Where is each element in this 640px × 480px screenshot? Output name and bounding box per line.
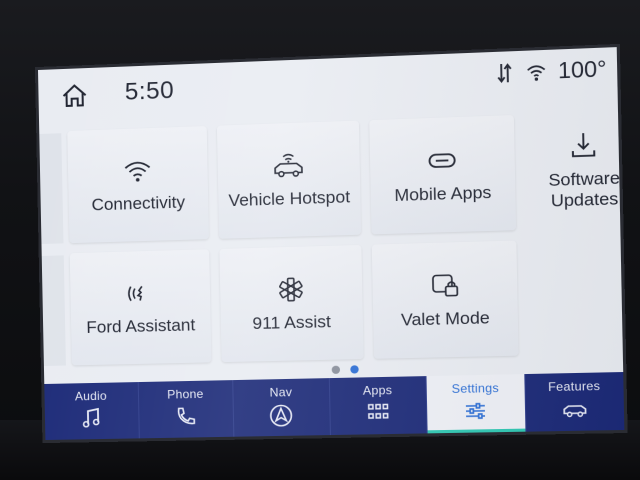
nav-settings[interactable]: Settings <box>426 374 526 434</box>
star-of-life-icon <box>273 274 309 305</box>
nav-apps[interactable]: Apps <box>329 376 428 436</box>
home-icon <box>62 84 87 107</box>
status-indicators: 100° <box>494 55 607 87</box>
vehicle-icon <box>562 398 588 421</box>
tile-label: Software Updates <box>548 167 621 211</box>
music-note-icon <box>79 407 104 430</box>
previous-page-edge <box>39 133 64 244</box>
download-icon <box>565 129 602 161</box>
car-wifi-icon <box>271 150 307 182</box>
tile-valet-mode[interactable]: Valet Mode <box>371 240 519 359</box>
page-indicator <box>331 365 359 374</box>
tile-911-assist[interactable]: 911 Assist <box>219 244 364 363</box>
nav-phone[interactable]: Phone <box>138 380 235 439</box>
nav-features[interactable]: Features <box>525 372 625 432</box>
previous-page-edge <box>41 255 66 366</box>
wifi-icon <box>120 155 155 182</box>
voice-assistant-icon <box>123 278 158 309</box>
tile-mobile-apps[interactable]: Mobile Apps <box>369 114 517 235</box>
nav-label: Nav <box>269 384 293 400</box>
navigation-arrow-icon <box>269 403 294 428</box>
outside-temperature: 100° <box>557 55 607 84</box>
infotainment-screen: 5:50 100° Connectivity Vehicle Hotspot M… <box>38 47 625 441</box>
tile-software-updates[interactable]: Software Updates <box>524 110 624 229</box>
apps-grid-icon <box>365 401 390 424</box>
tile-label: Mobile Apps <box>394 182 492 205</box>
tile-vehicle-hotspot[interactable]: Vehicle Hotspot <box>216 120 362 239</box>
wifi-status-icon <box>526 60 548 81</box>
home-button[interactable] <box>60 82 89 109</box>
data-transfer-icon <box>494 61 516 84</box>
page-dot-active[interactable] <box>350 365 359 374</box>
valet-lock-icon <box>426 270 462 302</box>
bottom-nav: Audio Phone Nav Apps Settings Features <box>44 372 625 440</box>
nav-label: Audio <box>74 388 107 404</box>
tile-label: Valet Mode <box>400 307 490 330</box>
nav-label: Apps <box>362 382 393 398</box>
tile-label: Vehicle Hotspot <box>228 186 351 211</box>
tile-connectivity[interactable]: Connectivity <box>67 125 209 244</box>
phone-icon <box>173 405 198 428</box>
tile-label: Connectivity <box>91 192 186 215</box>
clock: 5:50 <box>124 76 175 106</box>
sliders-icon <box>463 399 489 422</box>
tile-ford-assistant[interactable]: Ford Assistant <box>69 249 212 366</box>
tile-label: Ford Assistant <box>86 315 196 337</box>
tile-label: 911 Assist <box>252 311 332 333</box>
page-dot[interactable] <box>331 365 341 374</box>
nav-label: Phone <box>167 386 204 402</box>
nav-label: Settings <box>451 380 500 397</box>
nav-navigation[interactable]: Nav <box>233 378 331 437</box>
nav-label: Features <box>547 378 601 395</box>
link-icon <box>424 144 460 176</box>
nav-audio[interactable]: Audio <box>44 382 140 440</box>
